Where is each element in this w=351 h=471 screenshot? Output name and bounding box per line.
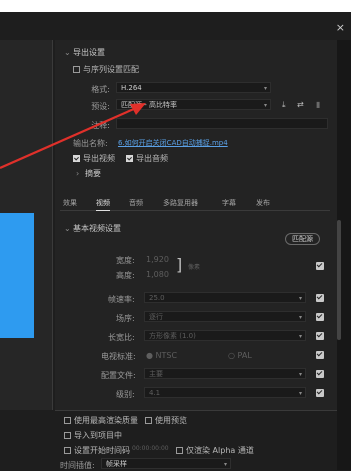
annotation-arrow-line: [0, 106, 137, 170]
annotation-arrow: [0, 103, 146, 170]
